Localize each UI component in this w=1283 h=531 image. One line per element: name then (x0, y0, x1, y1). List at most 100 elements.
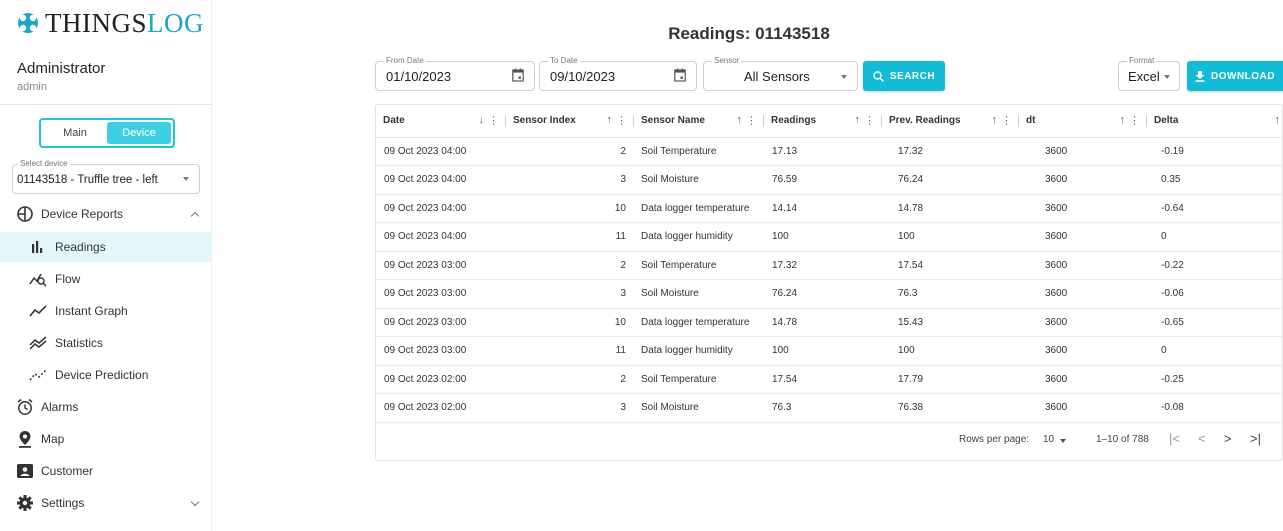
thingslog-logo-icon (18, 13, 38, 33)
mode-main-button[interactable]: Main (43, 122, 107, 144)
table-row[interactable]: 09 Oct 2023 02:00 2 Soil Temperature 17.54 1… (376, 365, 1283, 394)
column-header-dt[interactable]: dt ↑ ⋮ (1019, 105, 1147, 138)
nav-settings[interactable]: Settings (0, 488, 212, 518)
table-row[interactable]: 09 Oct 2023 04:00 10 Data logger temperatu… (376, 194, 1283, 223)
cell-sensor-index: 3 (506, 279, 634, 309)
statistics-icon (28, 333, 48, 353)
sort-arrow-up-icon[interactable]: ↑ (1275, 114, 1281, 126)
nav-alarms[interactable]: Alarms (0, 392, 212, 422)
mode-toggle: Main Device (39, 118, 175, 148)
cell-date: 09 Oct 2023 03:00 (376, 336, 506, 366)
nav-device-prediction[interactable]: Device Prediction (0, 360, 212, 390)
chevron-up-icon (190, 211, 200, 221)
table-row[interactable]: 09 Oct 2023 03:00 2 Soil Temperature 17.32 1… (376, 251, 1283, 280)
table-row[interactable]: 09 Oct 2023 02:00 3 Soil Moisture 76.3 76.38… (376, 393, 1283, 423)
prev-page-icon[interactable]: < (1198, 431, 1206, 446)
search-button[interactable]: SEARCH (863, 61, 945, 91)
nav-alarms-label: Alarms (41, 400, 79, 414)
table-row[interactable]: 09 Oct 2023 03:00 3 Soil Moisture 76.24 76.3… (376, 279, 1283, 309)
table-row[interactable]: 09 Oct 2023 04:00 3 Soil Moisture 76.59 76.2… (376, 165, 1283, 195)
cell-sensor-index: 3 (506, 165, 634, 195)
readings-table: Date ↓ ⋮ Sensor Index ↑ ⋮ Sensor Name ↑ … (376, 105, 1283, 423)
mode-device-button[interactable]: Device (107, 122, 171, 144)
sidebar: THINGSLOG Administrator admin Main Devic… (0, 0, 212, 531)
nav-statistics[interactable]: Statistics (0, 328, 212, 358)
sort-arrow-down-icon[interactable]: ↓ (479, 114, 485, 126)
column-menu-icon[interactable]: ⋮ (746, 114, 757, 127)
last-page-icon[interactable]: >| (1250, 431, 1261, 446)
format-select[interactable]: Format Excel (1118, 56, 1180, 91)
column-header-delta[interactable]: Delta ↑ (1147, 105, 1283, 138)
sort-arrow-up-icon[interactable]: ↑ (737, 114, 743, 126)
column-menu-icon[interactable]: ⋮ (864, 114, 875, 127)
cell-readings: 14.78 (764, 308, 882, 337)
format-select-label: Format (1127, 56, 1157, 65)
calendar-icon[interactable] (512, 68, 524, 82)
cell-delta: -0.65 (1147, 308, 1283, 337)
dropdown-arrow-icon[interactable] (1060, 439, 1066, 443)
nav-customer[interactable]: Customer (0, 456, 212, 486)
nav-device-reports[interactable]: Device Reports (0, 199, 212, 229)
next-page-icon[interactable]: > (1224, 431, 1232, 446)
column-header-date[interactable]: Date ↓ ⋮ (376, 105, 506, 138)
column-header-sensor-index[interactable]: Sensor Index ↑ ⋮ (506, 105, 634, 138)
cell-readings: 17.32 (764, 251, 882, 280)
pagination: Rows per page: 10 1–10 of 788 |< < > >| (376, 420, 1282, 460)
sensor-select-value: All Sensors (744, 69, 810, 84)
column-menu-icon[interactable]: ⋮ (1129, 114, 1140, 127)
column-header-sensor-name[interactable]: Sensor Name ↑ ⋮ (634, 105, 764, 138)
device-select-value: 01143518 - Truffle tree - left (17, 174, 158, 186)
dropdown-arrow-icon (1164, 75, 1170, 79)
table-row[interactable]: 09 Oct 2023 04:00 2 Soil Temperature 17.13 1… (376, 137, 1283, 166)
table-row[interactable]: 09 Oct 2023 03:00 10 Data logger temperatu… (376, 308, 1283, 337)
download-button[interactable]: DOWNLOAD (1187, 61, 1283, 91)
brand-logo[interactable]: THINGSLOG (17, 8, 204, 38)
column-header-prev-readings[interactable]: Prev. Readings ↑ ⋮ (882, 105, 1019, 138)
cell-sensor-index: 10 (506, 194, 634, 223)
cell-prev-readings: 15.43 (882, 308, 1019, 337)
download-icon (1195, 70, 1205, 82)
cell-sensor-name: Data logger temperature (634, 308, 764, 337)
sort-arrow-up-icon[interactable]: ↑ (855, 114, 861, 126)
calendar-icon[interactable] (674, 68, 686, 82)
nav-readings-label: Readings (55, 240, 106, 254)
column-header-readings[interactable]: Readings ↑ ⋮ (764, 105, 882, 138)
cell-dt: 3600 (1019, 365, 1147, 394)
to-date-field[interactable]: To Date 09/10/2023 (539, 56, 697, 91)
cell-delta: -0.64 (1147, 194, 1283, 223)
to-date-label: To Date (548, 56, 580, 65)
cell-readings: 76.59 (764, 165, 882, 195)
cell-sensor-name: Soil Moisture (634, 393, 764, 423)
cell-sensor-index: 11 (506, 336, 634, 366)
column-menu-icon[interactable]: ⋮ (616, 114, 627, 127)
cell-date: 09 Oct 2023 03:00 (376, 308, 506, 337)
first-page-icon[interactable]: |< (1169, 431, 1180, 446)
cell-prev-readings: 17.32 (882, 137, 1019, 166)
nav-flow[interactable]: Flow (0, 264, 212, 294)
alarm-clock-icon (15, 397, 35, 417)
table-body: 09 Oct 2023 04:00 2 Soil Temperature 17.13 1… (376, 137, 1283, 423)
dropdown-arrow-icon (841, 75, 847, 79)
cell-dt: 3600 (1019, 165, 1147, 195)
column-menu-icon[interactable]: ⋮ (488, 114, 499, 127)
sensor-select[interactable]: Sensor All Sensors (703, 56, 858, 91)
nav-flow-label: Flow (55, 272, 81, 286)
cell-dt: 3600 (1019, 251, 1147, 280)
sort-arrow-up-icon[interactable]: ↑ (992, 114, 998, 126)
prediction-icon (28, 365, 48, 385)
rows-per-page-select[interactable]: 10 (1043, 434, 1054, 445)
nav-readings[interactable]: Readings (0, 232, 212, 262)
cell-dt: 3600 (1019, 194, 1147, 223)
nav-instant-graph[interactable]: Instant Graph (0, 296, 212, 326)
nav-map[interactable]: Map (0, 424, 212, 454)
table-row[interactable]: 09 Oct 2023 04:00 11 Data logger humidity 1… (376, 222, 1283, 252)
table-row[interactable]: 09 Oct 2023 03:00 11 Data logger humidity 1… (376, 336, 1283, 366)
device-select[interactable]: Select device 01143518 - Truffle tree - … (12, 159, 200, 194)
cell-prev-readings: 100 (882, 222, 1019, 252)
cell-delta: -0.06 (1147, 279, 1283, 309)
column-menu-icon[interactable]: ⋮ (1001, 114, 1012, 127)
from-date-field[interactable]: From Date 01/10/2023 (375, 56, 535, 91)
sort-arrow-up-icon[interactable]: ↑ (1120, 114, 1126, 126)
sort-arrow-up-icon[interactable]: ↑ (607, 114, 613, 126)
readings-table-card: Date ↓ ⋮ Sensor Index ↑ ⋮ Sensor Name ↑ … (375, 104, 1283, 461)
